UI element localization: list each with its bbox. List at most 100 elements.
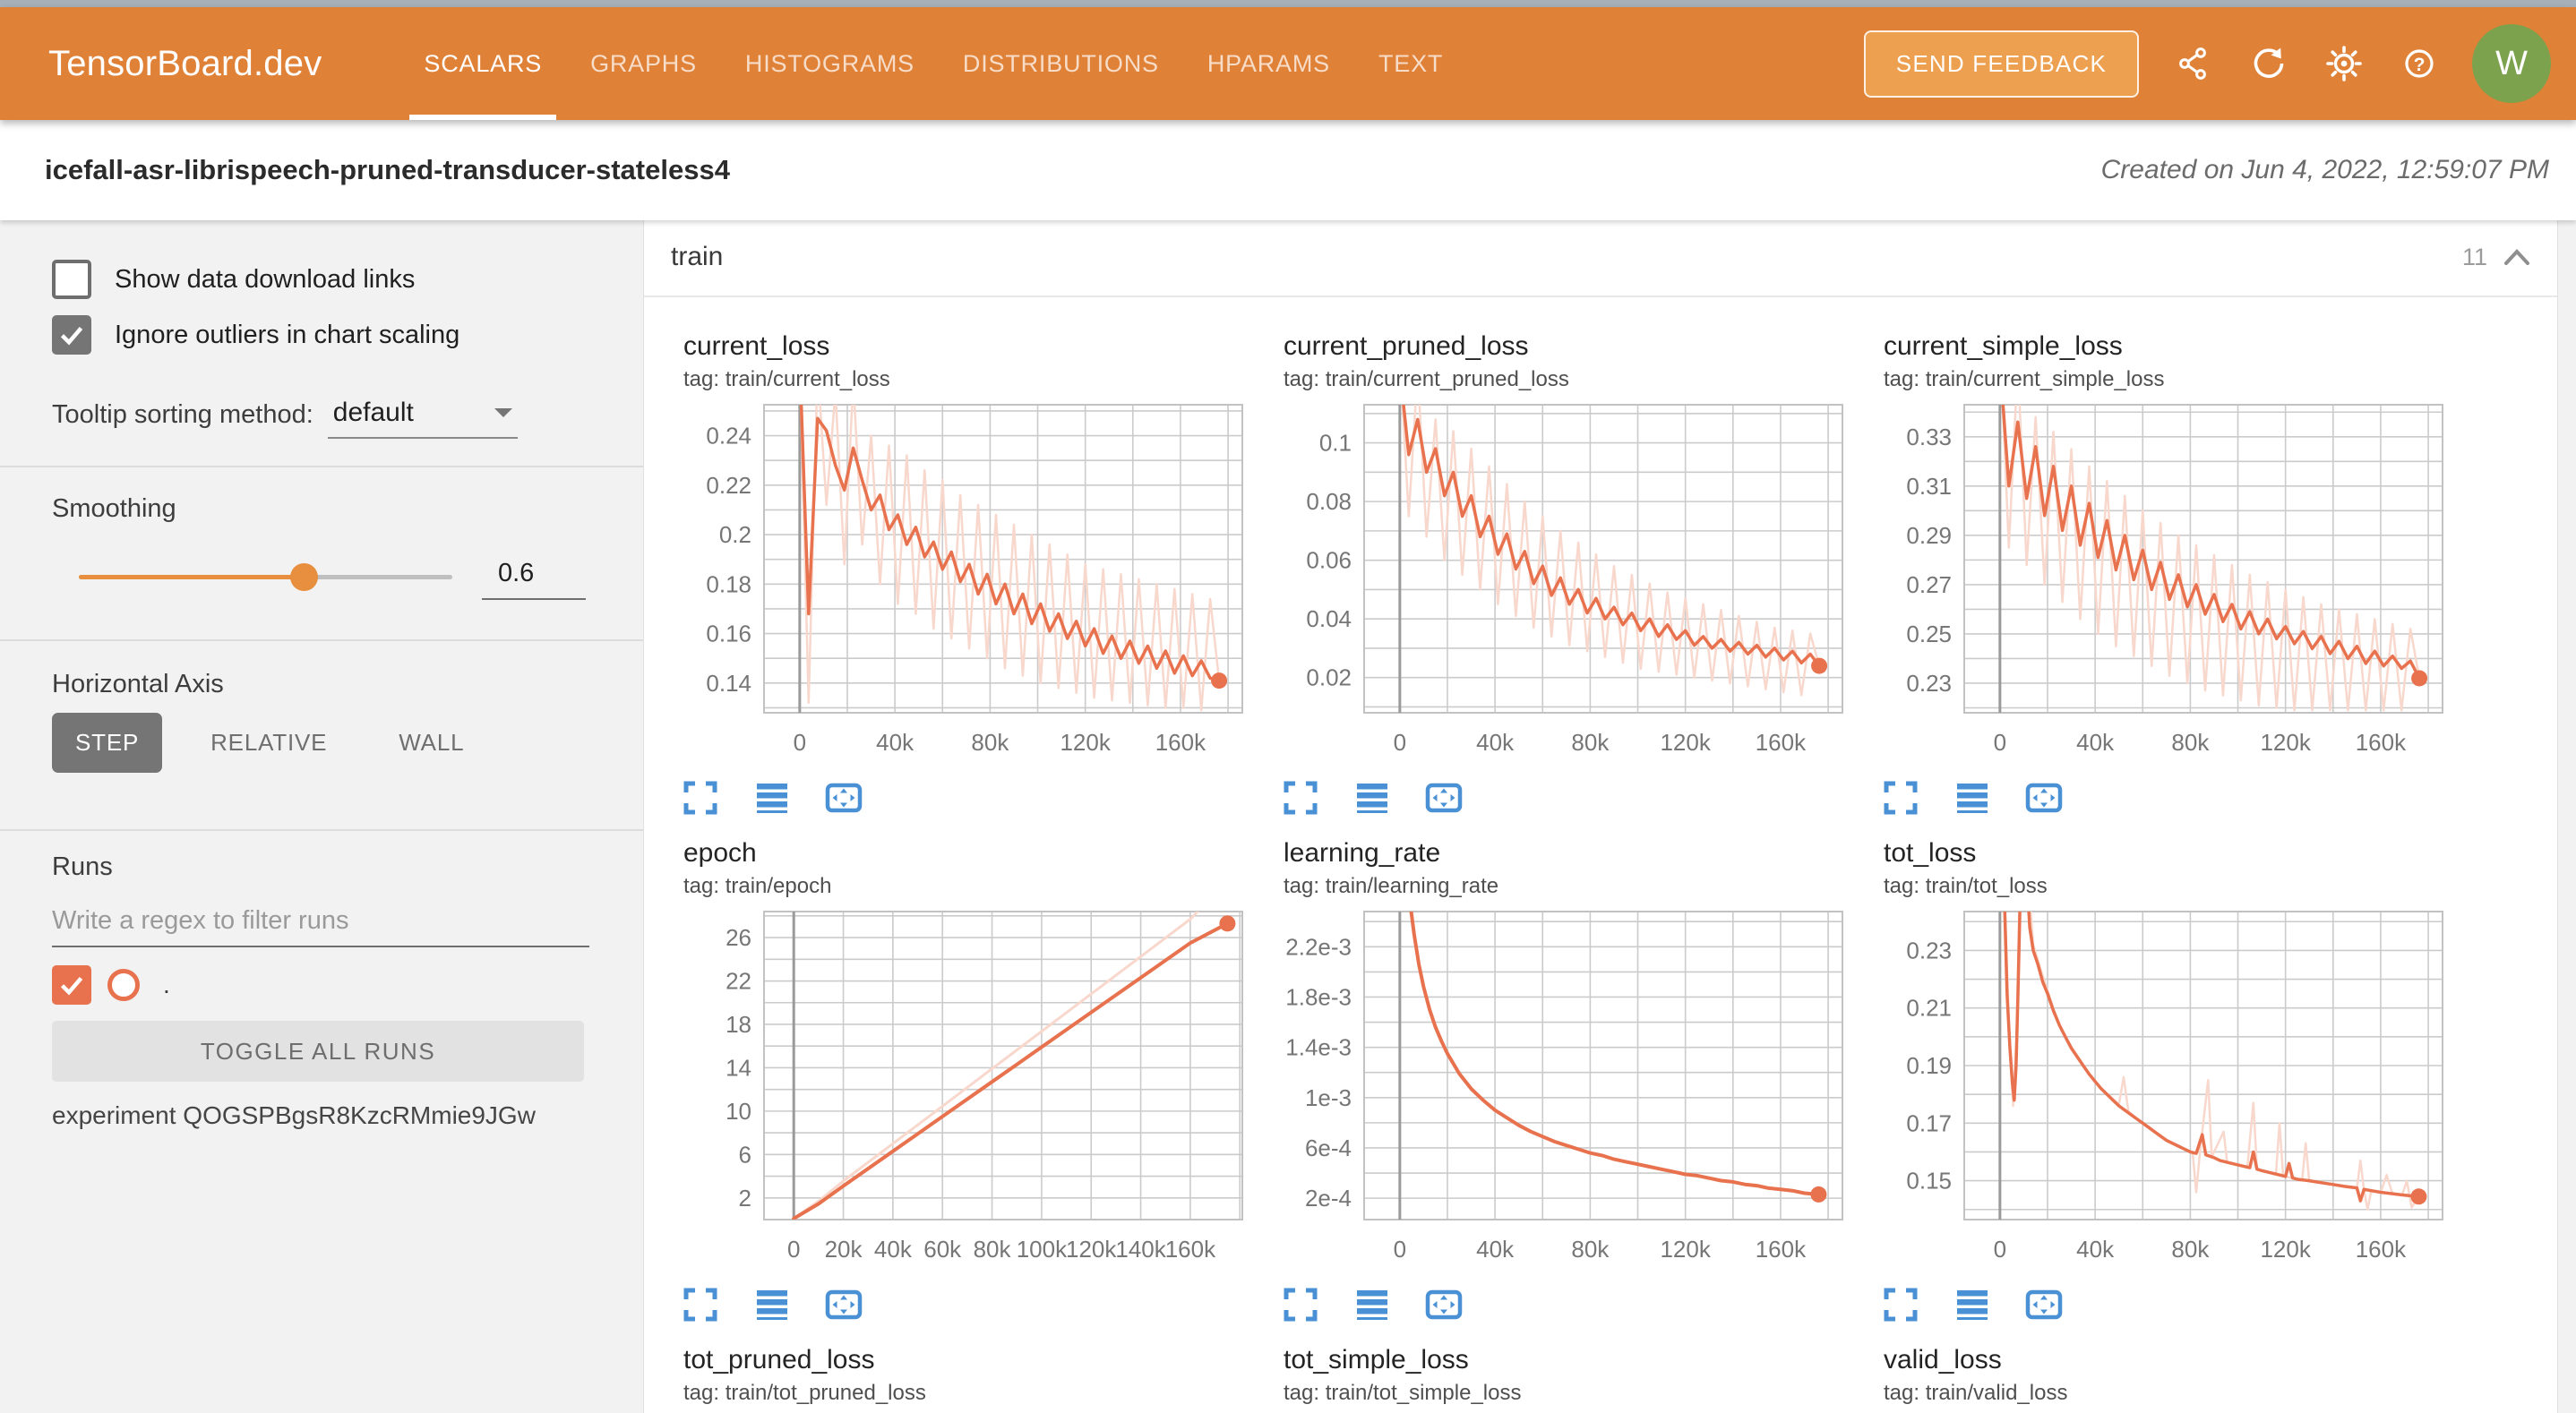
- svg-text:0.08: 0.08: [1306, 488, 1352, 515]
- chart-plot[interactable]: 0.020.040.060.080.1040k80k120k160k: [1258, 399, 1850, 768]
- svg-text:60k: 60k: [923, 1236, 962, 1263]
- section-title: train: [671, 242, 723, 272]
- svg-text:0: 0: [1994, 729, 2006, 756]
- svg-text:40k: 40k: [2076, 1236, 2115, 1263]
- fullscreen-icon[interactable]: [1880, 1284, 1921, 1325]
- svg-text:120k: 120k: [1660, 1236, 1711, 1263]
- data-download-icon[interactable]: [751, 1284, 793, 1325]
- axis-step-button[interactable]: STEP: [52, 713, 162, 773]
- horizontal-axis-label: Horizontal Axis: [52, 670, 224, 699]
- chart-actions: [680, 1284, 1249, 1325]
- chart-tag: tag: train/learning_rate: [1284, 874, 1850, 899]
- tab-distributions[interactable]: DISTRIBUTIONS: [959, 7, 1163, 120]
- axis-wall-button[interactable]: WALL: [375, 713, 487, 773]
- chart-title: current_pruned_loss: [1284, 331, 1850, 362]
- svg-text:160k: 160k: [2356, 1236, 2407, 1263]
- chart-title: epoch: [683, 838, 1249, 869]
- run-checkbox[interactable]: [52, 965, 91, 1005]
- settings-icon[interactable]: [2323, 43, 2365, 84]
- chart-plot[interactable]: 0.230.250.270.290.310.33040k80k120k160k: [1859, 399, 2450, 768]
- tooltip-sorting-select[interactable]: default: [328, 394, 518, 439]
- svg-text:160k: 160k: [2356, 729, 2407, 756]
- smoothing-value-field[interactable]: [482, 548, 586, 600]
- fullscreen-icon[interactable]: [680, 777, 721, 818]
- divider: [0, 829, 643, 831]
- svg-text:160k: 160k: [1165, 1236, 1216, 1263]
- chart-title: tot_simple_loss: [1284, 1345, 1850, 1375]
- axis-relative-button[interactable]: RELATIVE: [187, 713, 350, 773]
- ignore-outliers-checkbox[interactable]: Ignore outliers in chart scaling: [52, 315, 459, 355]
- data-download-icon[interactable]: [751, 777, 793, 818]
- train-section-header[interactable]: train 11: [644, 218, 2557, 297]
- svg-text:6: 6: [739, 1141, 751, 1168]
- data-download-icon[interactable]: [1352, 777, 1393, 818]
- svg-text:0.23: 0.23: [1906, 937, 1952, 963]
- chart-title: tot_pruned_loss: [683, 1345, 1249, 1375]
- fit-domain-icon[interactable]: [1423, 1284, 1464, 1325]
- chart-card: tot_simple_loss tag: train/tot_simple_lo…: [1258, 1332, 1850, 1413]
- svg-text:2: 2: [739, 1185, 751, 1212]
- svg-text:0.33: 0.33: [1906, 424, 1952, 450]
- fit-domain-icon[interactable]: [2023, 1284, 2065, 1325]
- chevron-up-icon[interactable]: [2502, 246, 2532, 268]
- window-top-strip: [0, 0, 2576, 7]
- train-section-card: train 11 current_loss tag: train/current…: [643, 218, 2558, 1413]
- runs-filter-input[interactable]: [52, 895, 589, 947]
- tab-scalars[interactable]: SCALARS: [420, 7, 545, 120]
- tab-hparams[interactable]: HPARAMS: [1204, 7, 1334, 120]
- svg-text:80k: 80k: [971, 729, 1009, 756]
- svg-text:2e-4: 2e-4: [1305, 1185, 1352, 1212]
- chart-plot[interactable]: 0.150.170.190.210.23040k80k120k160k: [1859, 906, 2450, 1275]
- chart-plot[interactable]: 261014182226020k40k60k80k100k120k140k160…: [658, 906, 1249, 1275]
- chart-card: current_pruned_loss tag: train/current_p…: [1258, 319, 1850, 826]
- svg-text:80k: 80k: [2171, 729, 2210, 756]
- fit-domain-icon[interactable]: [2023, 777, 2065, 818]
- send-feedback-button[interactable]: SEND FEEDBACK: [1864, 30, 2139, 98]
- checkbox-unchecked[interactable]: [52, 260, 91, 299]
- svg-text:0.29: 0.29: [1906, 522, 1952, 549]
- checkbox-label: Show data download links: [115, 265, 415, 295]
- show-download-links-checkbox[interactable]: Show data download links: [52, 260, 415, 299]
- smoothing-label: Smoothing: [52, 494, 176, 524]
- chart-card: epoch tag: train/epoch 261014182226020k4…: [658, 826, 1249, 1332]
- fullscreen-icon[interactable]: [1880, 777, 1921, 818]
- tab-graphs[interactable]: GRAPHS: [587, 7, 700, 120]
- tab-text[interactable]: TEXT: [1375, 7, 1447, 120]
- created-date: Created on Jun 4, 2022, 12:59:07 PM: [2101, 155, 2549, 185]
- svg-text:?: ?: [2414, 55, 2426, 75]
- app-header: TensorBoard.dev SCALARS GRAPHS HISTOGRAM…: [0, 7, 2576, 120]
- toggle-all-runs-button[interactable]: TOGGLE ALL RUNS: [52, 1021, 584, 1082]
- tab-histograms[interactable]: HISTOGRAMS: [742, 7, 918, 120]
- run-color-swatch[interactable]: [107, 969, 140, 1001]
- fit-domain-icon[interactable]: [823, 1284, 864, 1325]
- svg-text:26: 26: [726, 924, 751, 951]
- svg-text:40k: 40k: [876, 729, 914, 756]
- data-download-icon[interactable]: [1952, 1284, 1993, 1325]
- page: TensorBoard.dev SCALARS GRAPHS HISTOGRAM…: [0, 0, 2576, 1413]
- fullscreen-icon[interactable]: [1280, 1284, 1321, 1325]
- svg-text:0.16: 0.16: [706, 621, 751, 647]
- chart-actions: [1880, 777, 2450, 818]
- experiment-titlebar: icefall-asr-librispeech-pruned-transduce…: [0, 120, 2576, 220]
- slider-thumb[interactable]: [290, 563, 318, 591]
- checkbox-checked[interactable]: [52, 315, 91, 355]
- svg-text:0.06: 0.06: [1306, 547, 1352, 574]
- svg-text:14: 14: [726, 1054, 751, 1081]
- fullscreen-icon[interactable]: [1280, 777, 1321, 818]
- data-download-icon[interactable]: [1952, 777, 1993, 818]
- fit-domain-icon[interactable]: [823, 777, 864, 818]
- fit-domain-icon[interactable]: [1423, 777, 1464, 818]
- svg-text:80k: 80k: [1571, 729, 1610, 756]
- share-icon[interactable]: [2173, 43, 2214, 84]
- svg-text:0.24: 0.24: [706, 423, 751, 450]
- fullscreen-icon[interactable]: [680, 1284, 721, 1325]
- help-icon[interactable]: ?: [2399, 43, 2440, 84]
- svg-text:0.23: 0.23: [1906, 670, 1952, 697]
- chart-plot[interactable]: 2e-46e-41e-31.4e-31.8e-32.2e-3040k80k120…: [1258, 906, 1850, 1275]
- chart-plot[interactable]: 0.140.160.180.20.220.24040k80k120k160k: [658, 399, 1249, 768]
- refresh-icon[interactable]: [2248, 43, 2289, 84]
- data-download-icon[interactable]: [1352, 1284, 1393, 1325]
- chart-title: learning_rate: [1284, 838, 1850, 869]
- smoothing-slider[interactable]: [79, 575, 452, 579]
- user-avatar[interactable]: W: [2472, 24, 2551, 103]
